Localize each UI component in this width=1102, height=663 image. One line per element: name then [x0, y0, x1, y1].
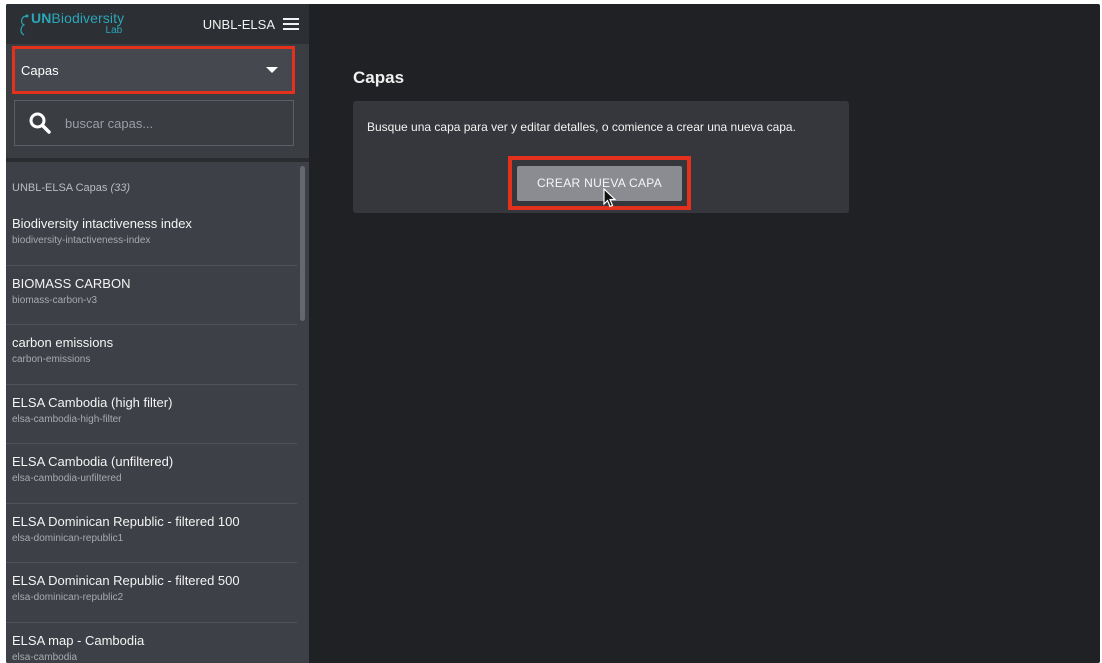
list-item[interactable]: ELSA Cambodia (unfiltered) elsa-cambodia…	[6, 444, 297, 504]
leaf-logo-icon	[20, 14, 29, 36]
list-count: (33)	[110, 182, 131, 194]
list-item[interactable]: carbon emissions carbon-emissions	[6, 325, 297, 385]
create-layer-button[interactable]: CREAR NUEVA CAPA	[517, 165, 682, 201]
list-item[interactable]: BIOMASS CARBON biomass-carbon-v3	[6, 266, 297, 325]
logo-title-rest: Biodiversity	[51, 10, 125, 26]
list-item-title: ELSA Dominican Republic - filtered 500	[12, 573, 240, 588]
search-icon	[29, 112, 51, 134]
list-item-slug: elsa-dominican-republic2	[12, 592, 124, 603]
list-item[interactable]: ELSA map - Cambodia elsa-cambodia	[6, 623, 297, 663]
chevron-down-icon	[266, 67, 278, 73]
page-title: Capas	[353, 68, 405, 87]
list-item[interactable]: Biodiversity intactiveness index biodive…	[6, 206, 297, 266]
list-item-slug: elsa-cambodia-unfiltered	[12, 473, 122, 484]
list-item-slug: biodiversity-intactiveness-index	[12, 235, 151, 246]
layer-list: UNBL-ELSA Capas (33) Biodiversity intact…	[6, 158, 309, 663]
list-item-slug: biomass-carbon-v3	[12, 294, 98, 306]
app-window: UNBiodiversity Lab UNBL-ELSA Capas UNBL-…	[6, 4, 1100, 663]
list-item-slug: elsa-cambodia-high-filter	[12, 413, 122, 425]
section-dropdown[interactable]: Capas	[12, 46, 295, 94]
hamburger-menu-icon[interactable]	[283, 18, 299, 30]
logo-prefix: UN	[31, 10, 52, 26]
logo-subtitle: Lab	[105, 25, 123, 36]
mouse-pointer-icon	[603, 188, 617, 208]
list-item-title: Biodiversity intactiveness index	[12, 216, 192, 231]
search-box	[14, 100, 294, 146]
dropdown-selected-value: Capas	[21, 62, 59, 78]
list-item[interactable]: ELSA Dominican Republic - filtered 100 e…	[6, 504, 297, 563]
info-card: Busque una capa para ver y editar detall…	[353, 101, 849, 213]
sidebar: UNBiodiversity Lab UNBL-ELSA Capas UNBL-…	[6, 4, 309, 663]
list-item-slug: elsa-cambodia	[12, 651, 78, 663]
list-item[interactable]: ELSA Dominican Republic - filtered 500 e…	[6, 563, 297, 623]
list-item-title: ELSA map - Cambodia	[12, 632, 145, 648]
list-item-title: carbon emissions	[12, 335, 114, 350]
search-input[interactable]	[65, 115, 265, 131]
list-scrollbar[interactable]	[300, 166, 305, 321]
card-message: Busque una capa para ver y editar detall…	[367, 120, 796, 134]
list-item-slug: elsa-dominican-republic1	[12, 532, 124, 544]
list-heading-label: UNBL-ELSA Capas	[12, 182, 108, 194]
list-item-title: ELSA Cambodia (high filter)	[12, 394, 173, 410]
list-item-slug: carbon-emissions	[12, 354, 91, 365]
workspace-label[interactable]: UNBL-ELSA	[203, 17, 275, 32]
logo-title: UNBiodiversity	[31, 11, 124, 25]
list-item-title: ELSA Dominican Republic - filtered 100	[12, 513, 240, 529]
list-item-title: ELSA Cambodia (unfiltered)	[12, 454, 174, 469]
sidebar-header: UNBiodiversity Lab UNBL-ELSA	[6, 4, 309, 44]
list-item-title: BIOMASS CARBON	[12, 275, 131, 291]
list-item[interactable]: ELSA Cambodia (high filter) elsa-cambodi…	[6, 385, 297, 444]
list-heading: UNBL-ELSA Capas (33)	[6, 162, 309, 206]
highlight-outline: CREAR NUEVA CAPA	[508, 156, 691, 210]
logo[interactable]: UNBiodiversity Lab	[18, 11, 124, 37]
